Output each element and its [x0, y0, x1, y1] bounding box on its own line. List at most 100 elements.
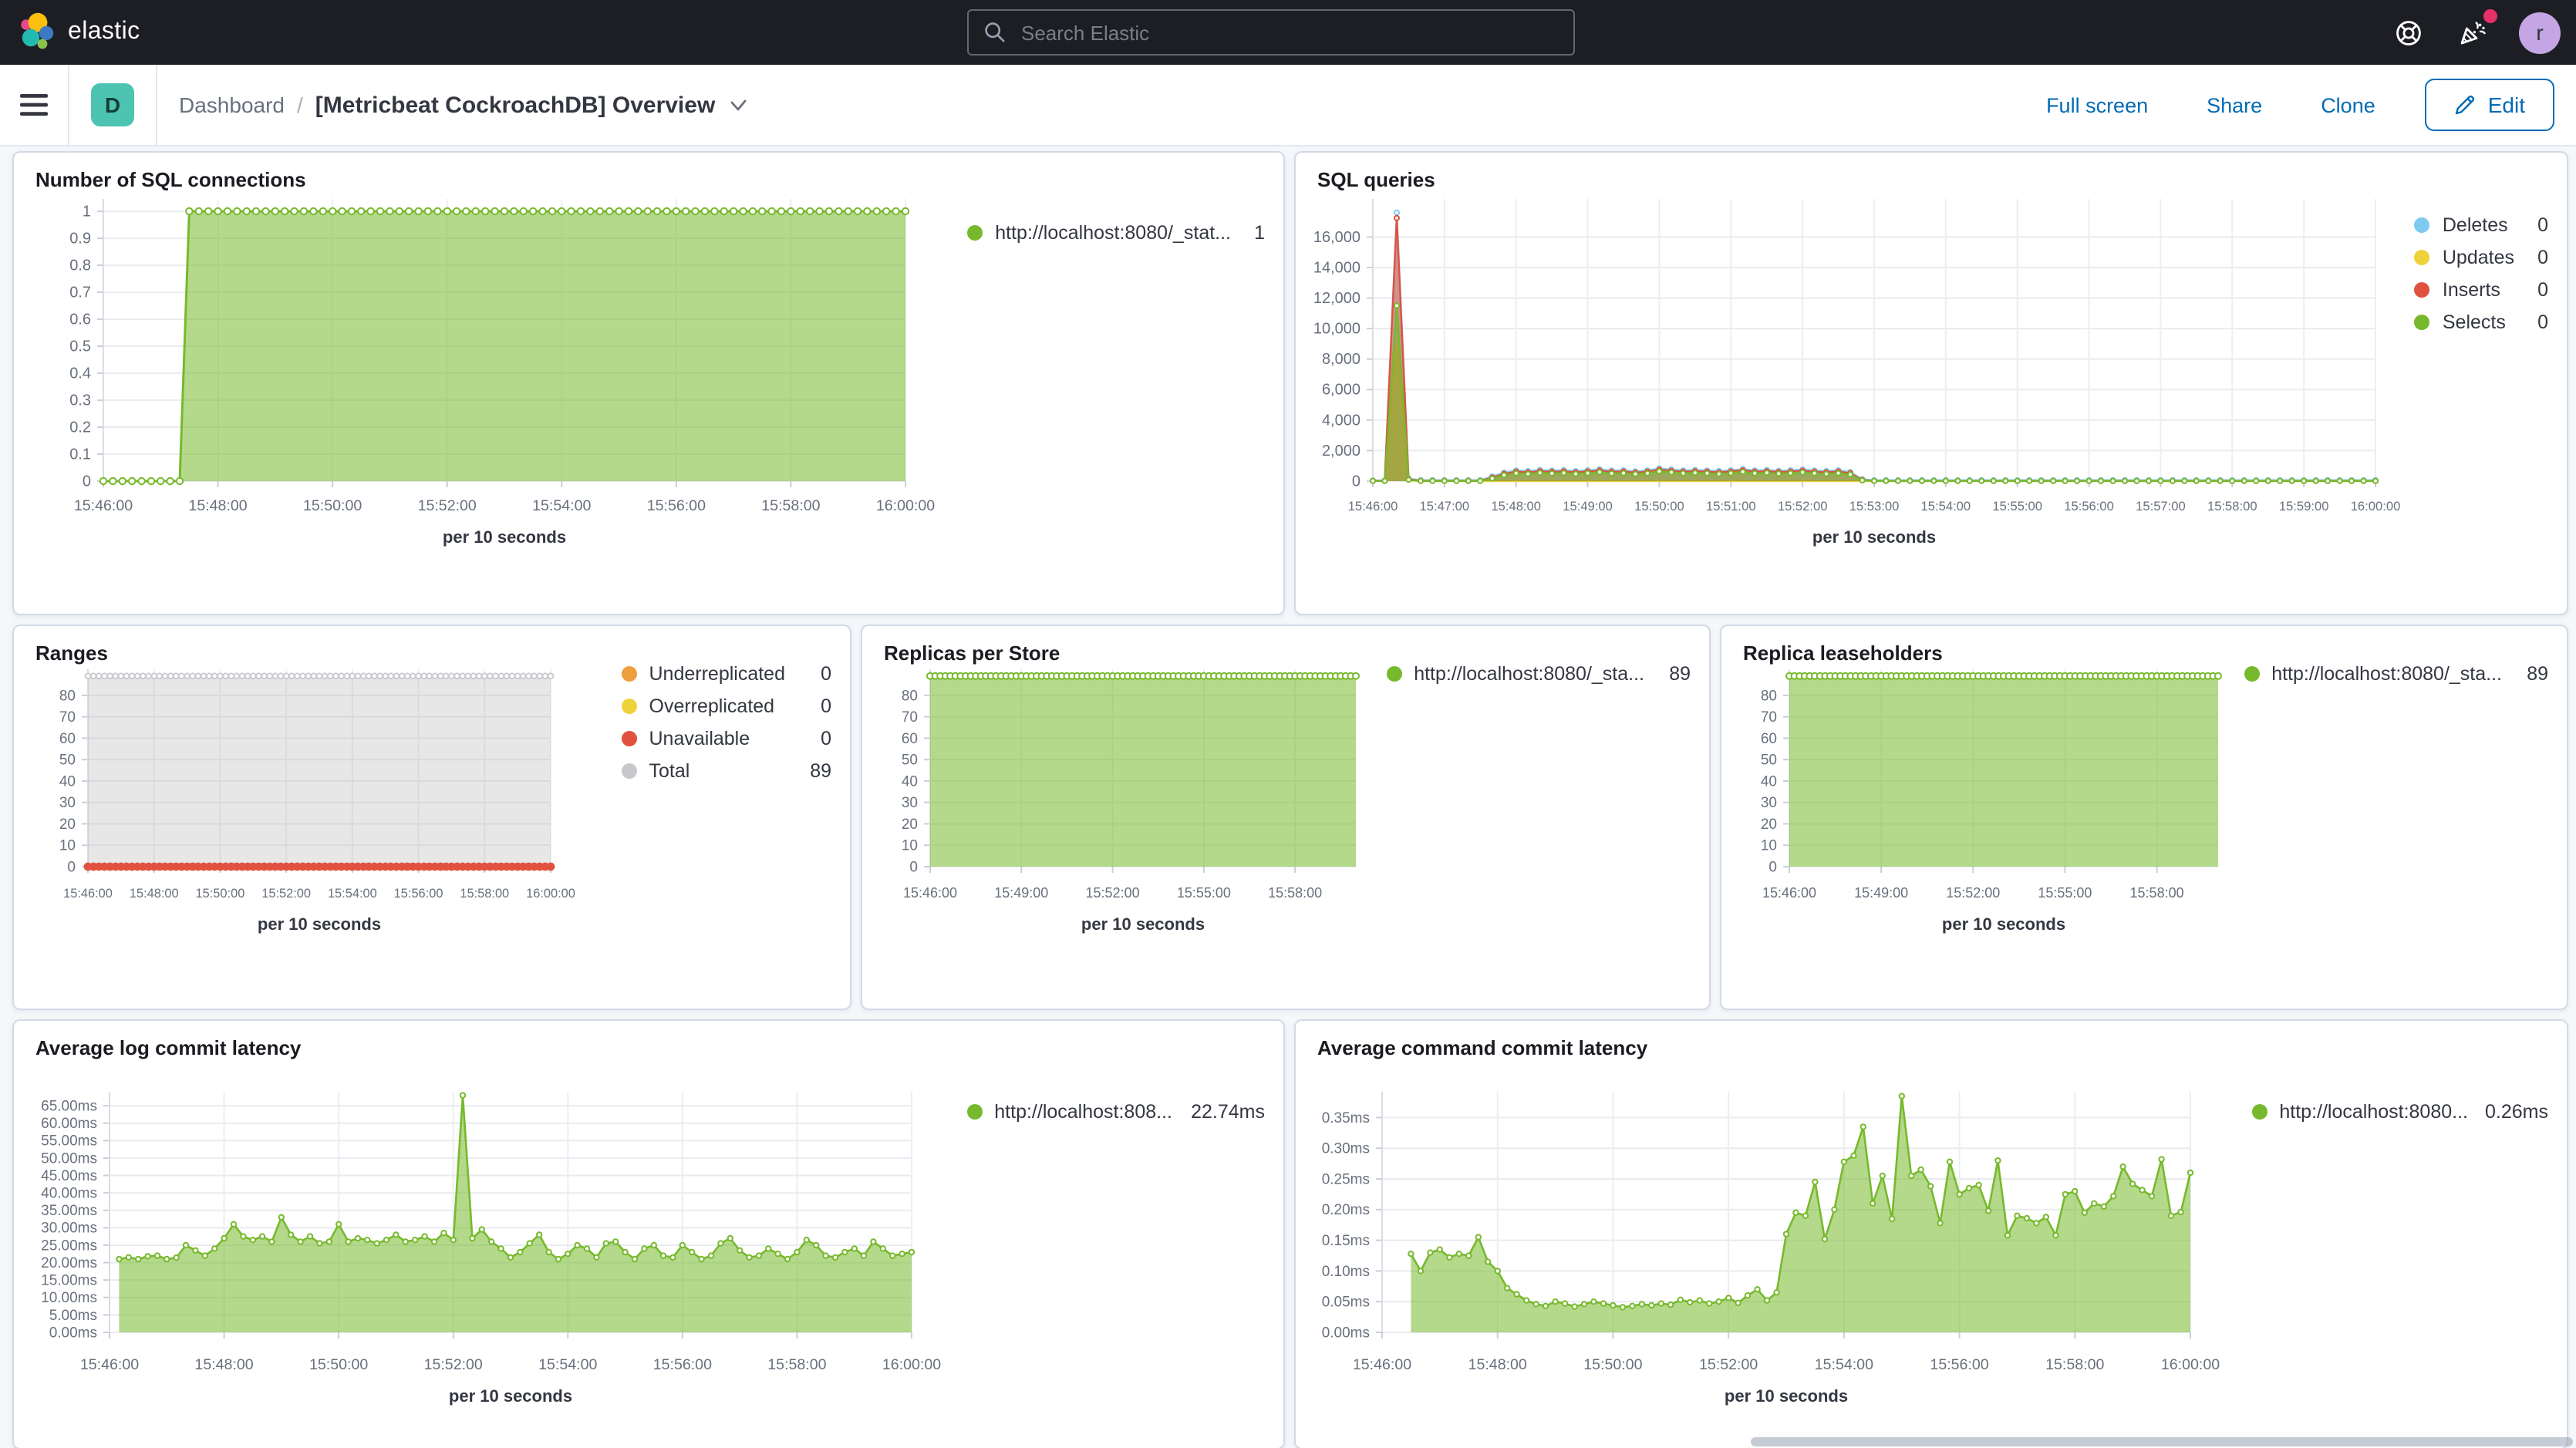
svg-text:4,000: 4,000 [1322, 412, 1360, 429]
svg-text:per 10 seconds: per 10 seconds [1725, 1386, 1848, 1406]
svg-text:15:48:00: 15:48:00 [1491, 499, 1541, 514]
svg-text:15:56:00: 15:56:00 [653, 1356, 712, 1373]
svg-text:0.4: 0.4 [69, 365, 91, 382]
legend-item[interactable]: Total89 [622, 760, 832, 782]
legend-item[interactable]: Updates0 [2415, 247, 2548, 268]
legend-label: Total [649, 760, 786, 782]
svg-text:16:00:00: 16:00:00 [882, 1356, 941, 1373]
panel-ranges: Ranges 0102030405060708015:46:0015:48:00… [12, 625, 851, 1010]
svg-text:30.00ms: 30.00ms [41, 1221, 97, 1237]
svg-text:80: 80 [59, 688, 76, 704]
elastic-logo[interactable]: elastic [19, 12, 140, 52]
svg-text:15:46:00: 15:46:00 [74, 497, 133, 514]
svg-text:15:55:00: 15:55:00 [2038, 885, 2092, 901]
svg-text:15:57:00: 15:57:00 [2136, 499, 2186, 514]
svg-text:15:52:00: 15:52:00 [1778, 499, 1828, 514]
legend-label: http://localhost:8080/_sta... [2271, 663, 2502, 685]
legend-dot-icon [2415, 315, 2430, 330]
svg-text:55.00ms: 55.00ms [41, 1133, 97, 1150]
legend-dot-icon [967, 225, 983, 241]
breadcrumb-separator: / [297, 93, 303, 117]
svg-text:15:58:00: 15:58:00 [767, 1356, 826, 1373]
full-screen-button[interactable]: Full screen [2037, 92, 2157, 118]
legend-value: 0 [2527, 279, 2548, 301]
legend-item[interactable]: http://localhost:8080/_sta...89 [1386, 663, 1691, 685]
legend-item[interactable]: http://localhost:808...22.74ms [966, 1101, 1265, 1123]
menu-icon[interactable] [0, 65, 68, 145]
chart-legend: http://localhost:808...22.74ms [966, 1101, 1265, 1123]
svg-text:15:50:00: 15:50:00 [196, 887, 245, 901]
svg-text:80: 80 [902, 688, 918, 704]
search-input[interactable] [1018, 19, 1558, 45]
legend-dot-icon [622, 763, 637, 779]
svg-text:70: 70 [59, 709, 76, 726]
svg-text:40: 40 [1761, 773, 1777, 790]
svg-text:60: 60 [1761, 731, 1777, 747]
legend-value: 89 [2514, 663, 2548, 685]
legend-item[interactable]: http://localhost:8080/_stat...1 [967, 222, 1265, 244]
legend-label: Inserts [2443, 279, 2514, 301]
svg-text:50: 50 [902, 753, 918, 769]
legend-item[interactable]: Overreplicated0 [622, 695, 832, 717]
svg-text:60: 60 [902, 731, 918, 747]
svg-text:15:46:00: 15:46:00 [1762, 885, 1816, 901]
legend-item[interactable]: Inserts 0 [2415, 279, 2548, 301]
svg-text:15:51:00: 15:51:00 [1706, 499, 1756, 514]
newsfeed-icon[interactable] [2454, 14, 2491, 51]
sql-queries-chart[interactable]: 02,0004,0006,0008,00010,00012,00014,0001… [1296, 153, 2567, 614]
svg-text:16:00:00: 16:00:00 [526, 887, 575, 901]
dashboard-badge[interactable]: D [91, 83, 134, 126]
svg-text:0.2: 0.2 [69, 419, 91, 436]
page-title[interactable]: [Metricbeat CockroachDB] Overview [315, 92, 716, 118]
svg-text:65.00ms: 65.00ms [41, 1098, 97, 1114]
svg-text:8,000: 8,000 [1322, 351, 1360, 368]
panel-replica-leaseholders: Replica leaseholders 0102030405060708015… [1720, 625, 2568, 1010]
help-icon[interactable] [2389, 14, 2426, 51]
legend-item[interactable]: Selects0 [2415, 311, 2548, 333]
legend-dot-icon [966, 1104, 982, 1120]
svg-text:50: 50 [59, 753, 76, 769]
legend-item[interactable]: http://localhost:8080/_sta... 89 [2244, 663, 2548, 685]
legend-item[interactable]: Underreplicated0 [622, 663, 832, 685]
legend-label: http://localhost:8080/_stat... [995, 222, 1231, 244]
breadcrumb-dashboard[interactable]: Dashboard [179, 93, 285, 117]
chevron-down-icon[interactable] [727, 95, 747, 115]
user-avatar[interactable]: r [2519, 12, 2561, 53]
top-navigation-bar: elastic [0, 0, 2576, 65]
svg-text:1: 1 [83, 203, 91, 220]
legend-value: 0 [2527, 214, 2548, 236]
global-search[interactable] [967, 9, 1575, 56]
legend-item[interactable]: http://localhost:8080...0.26ms [2251, 1101, 2548, 1123]
svg-text:16:00:00: 16:00:00 [876, 497, 935, 514]
legend-label: Updates [2443, 247, 2514, 268]
svg-text:15:52:00: 15:52:00 [1699, 1356, 1758, 1373]
svg-text:30: 30 [59, 795, 76, 811]
svg-text:30: 30 [1761, 795, 1777, 811]
svg-text:35.00ms: 35.00ms [41, 1203, 97, 1219]
legend-item[interactable]: Deletes0 [2415, 214, 2548, 236]
edit-button-label: Edit [2488, 93, 2525, 117]
legend-value: 22.74ms [1185, 1101, 1265, 1123]
legend-value: 0 [797, 728, 831, 749]
legend-value: 0 [797, 695, 831, 717]
svg-text:15:50:00: 15:50:00 [309, 1356, 368, 1373]
edit-button[interactable]: Edit [2425, 79, 2554, 131]
svg-text:15:52:00: 15:52:00 [1086, 885, 1140, 901]
svg-text:15:58:00: 15:58:00 [1268, 885, 1322, 901]
chart-canvas: 0.00ms0.05ms0.10ms0.15ms0.20ms0.25ms0.30… [1296, 1021, 2567, 1448]
clone-button[interactable]: Clone [2311, 92, 2385, 118]
legend-dot-icon [2244, 666, 2259, 682]
legend-item[interactable]: Unavailable0 [622, 728, 832, 749]
share-button[interactable]: Share [2197, 92, 2271, 118]
command-commit-latency-chart[interactable]: 0.00ms0.05ms0.10ms0.15ms0.20ms0.25ms0.30… [1296, 1021, 2567, 1448]
horizontal-scrollbar[interactable] [1751, 1437, 2573, 1446]
legend-label: Underreplicated [649, 663, 786, 685]
legend-dot-icon [2251, 1104, 2267, 1120]
svg-text:15:48:00: 15:48:00 [188, 497, 247, 514]
svg-text:70: 70 [902, 709, 918, 726]
svg-text:15:58:00: 15:58:00 [2130, 885, 2184, 901]
svg-text:45.00ms: 45.00ms [41, 1168, 97, 1184]
log-commit-latency-chart[interactable]: 0.00ms5.00ms10.00ms15.00ms20.00ms25.00ms… [14, 1021, 1283, 1448]
svg-text:20: 20 [1761, 817, 1777, 833]
svg-text:20: 20 [902, 817, 918, 833]
